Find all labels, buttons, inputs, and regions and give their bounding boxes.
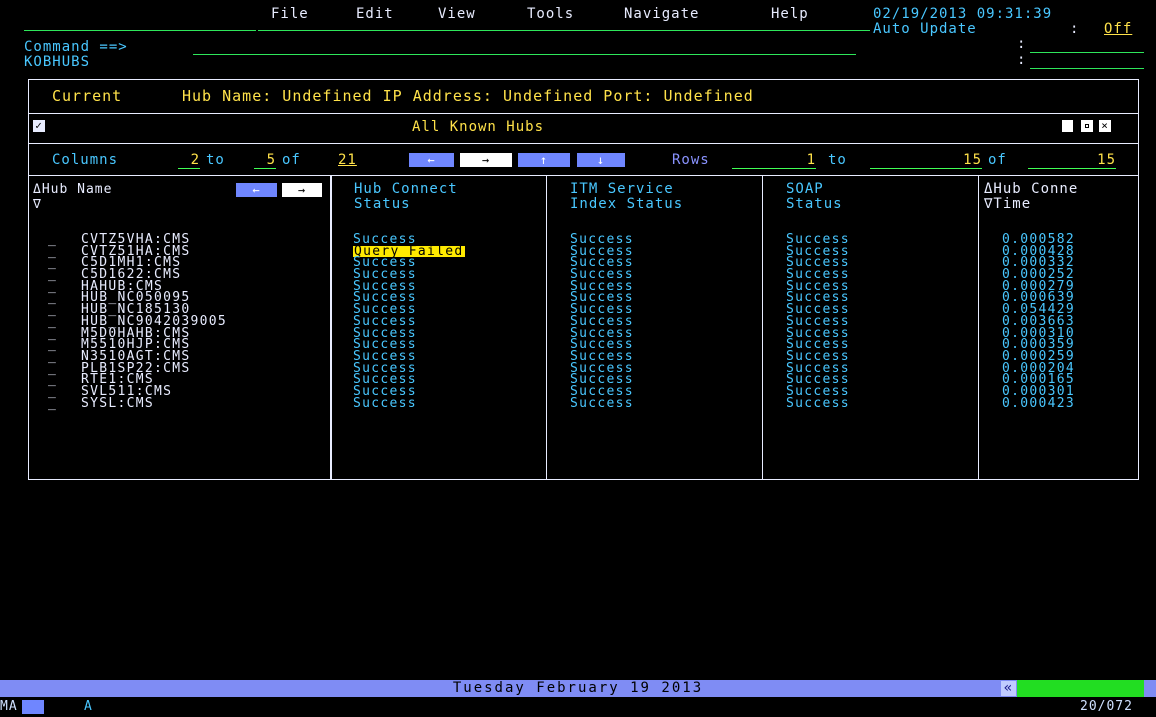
- footer-date: Tuesday February 19 2013: [452, 680, 704, 696]
- hub-name-cell: SYSL:CMS: [81, 395, 155, 411]
- itm-service-status-cell: Success: [570, 395, 634, 411]
- header-hub-connect-time[interactable]: ΔHub Conne ∇Time: [984, 182, 1078, 212]
- hub-name-column: CVTZ5VHA:CMS CVTZ51HA:CMS C5D1MH1:CMS C5D16…: [81, 233, 227, 411]
- col-to-word: to: [206, 152, 225, 168]
- header-soap-status[interactable]: SOAP Status: [786, 182, 843, 212]
- menu-underline: [258, 30, 870, 31]
- cursor-position: 20/072: [1080, 699, 1133, 714]
- scroll-right-button[interactable]: →: [460, 153, 512, 167]
- paging-divider: [28, 175, 1139, 176]
- hub-connect-column: Success Query Failed Success Success Success…: [353, 233, 465, 411]
- menu-navigate[interactable]: Navigate: [624, 6, 699, 22]
- auto-update-toggle[interactable]: Off: [1104, 21, 1132, 37]
- col-of-word: of: [282, 152, 301, 168]
- columns-label: Columns: [52, 152, 119, 168]
- close-icon[interactable]: ×: [1099, 120, 1111, 132]
- title-divider: [28, 143, 1139, 144]
- menu-help[interactable]: Help: [771, 6, 809, 22]
- scroll-left-button[interactable]: ←: [409, 153, 454, 167]
- menu-left-underline: [24, 30, 256, 31]
- scroll-down-button[interactable]: ↓: [577, 153, 625, 167]
- command-label: Command ==>: [24, 39, 128, 55]
- right-input-2[interactable]: [1030, 68, 1144, 69]
- auto-update-label: Auto Update: [873, 21, 977, 37]
- right-colon-1: :: [1017, 36, 1027, 52]
- scroll-up-button[interactable]: ↑: [518, 153, 570, 167]
- datetime: 02/19/2013 09:31:39: [873, 6, 1053, 22]
- current-text: Hub Name: Undefined IP Address: Undefine…: [182, 87, 754, 105]
- row-of-word: of: [988, 152, 1007, 168]
- maximize-icon[interactable]: [1081, 120, 1093, 132]
- row-total-field: 15: [1028, 152, 1116, 169]
- hub-connect-time-cell: 0.000423: [1002, 395, 1076, 411]
- header-hub-connect-status[interactable]: Hub Connect Status: [354, 182, 458, 212]
- hub-time-column: 0.000582 0.000428 0.000332 0.000252 0.000279…: [1002, 233, 1076, 411]
- command-input[interactable]: [193, 54, 856, 55]
- hub-connect-status-cell: Success: [353, 395, 417, 411]
- row-from-field[interactable]: 1: [732, 152, 816, 169]
- rows-label: Rows: [672, 152, 710, 168]
- current-label: Current: [52, 87, 123, 105]
- right-input-1[interactable]: [1030, 52, 1144, 53]
- itm-service-column: Success Success Success Success Success Succe…: [570, 233, 634, 411]
- restore-icon[interactable]: [1062, 120, 1073, 132]
- col-sep-2: [546, 176, 547, 479]
- col-to-field[interactable]: 5: [254, 152, 276, 169]
- header-itm-service-index-status[interactable]: ITM Service Index Status: [570, 182, 683, 212]
- footer-green-block: [1017, 680, 1144, 697]
- collapse-icon[interactable]: ✓: [33, 120, 45, 132]
- menu-edit[interactable]: Edit: [356, 6, 394, 22]
- header-hub-name[interactable]: ΔHub Name ∇: [33, 182, 112, 212]
- col-total: 21: [338, 152, 357, 168]
- select-column: _ _ _ _ _ _ _ _ _ _ _ _ _ _ _: [48, 233, 57, 410]
- panel-title: All Known Hubs: [412, 119, 545, 135]
- hub-name-scroll-right[interactable]: →: [282, 183, 322, 197]
- bottom-left-indicator: MA: [0, 699, 18, 714]
- footer-indicator[interactable]: «: [1001, 681, 1016, 696]
- menu-view[interactable]: View: [438, 6, 476, 22]
- menu-tools[interactable]: Tools: [527, 6, 574, 22]
- col-sep-1: [330, 176, 332, 479]
- bottom-left-block: [22, 700, 44, 714]
- hub-name-scroll-left[interactable]: ←: [236, 183, 277, 197]
- bottom-mid-indicator: A: [84, 699, 93, 714]
- workspace-name: KOBHUBS: [24, 54, 91, 70]
- auto-update-sep: :: [1070, 21, 1080, 37]
- row-to-word: to: [828, 152, 847, 168]
- row-to-field[interactable]: 15: [870, 152, 982, 169]
- col-sep-4: [978, 176, 979, 479]
- right-colon-2: :: [1017, 52, 1027, 68]
- soap-column: Success Success Success Success Success Succe…: [786, 233, 850, 411]
- soap-status-cell: Success: [786, 395, 850, 411]
- menu-file[interactable]: File: [271, 6, 309, 22]
- current-divider: [28, 113, 1139, 114]
- col-from-field[interactable]: 2: [178, 152, 200, 169]
- col-sep-3: [762, 176, 763, 479]
- row-select-field[interactable]: _: [48, 397, 57, 410]
